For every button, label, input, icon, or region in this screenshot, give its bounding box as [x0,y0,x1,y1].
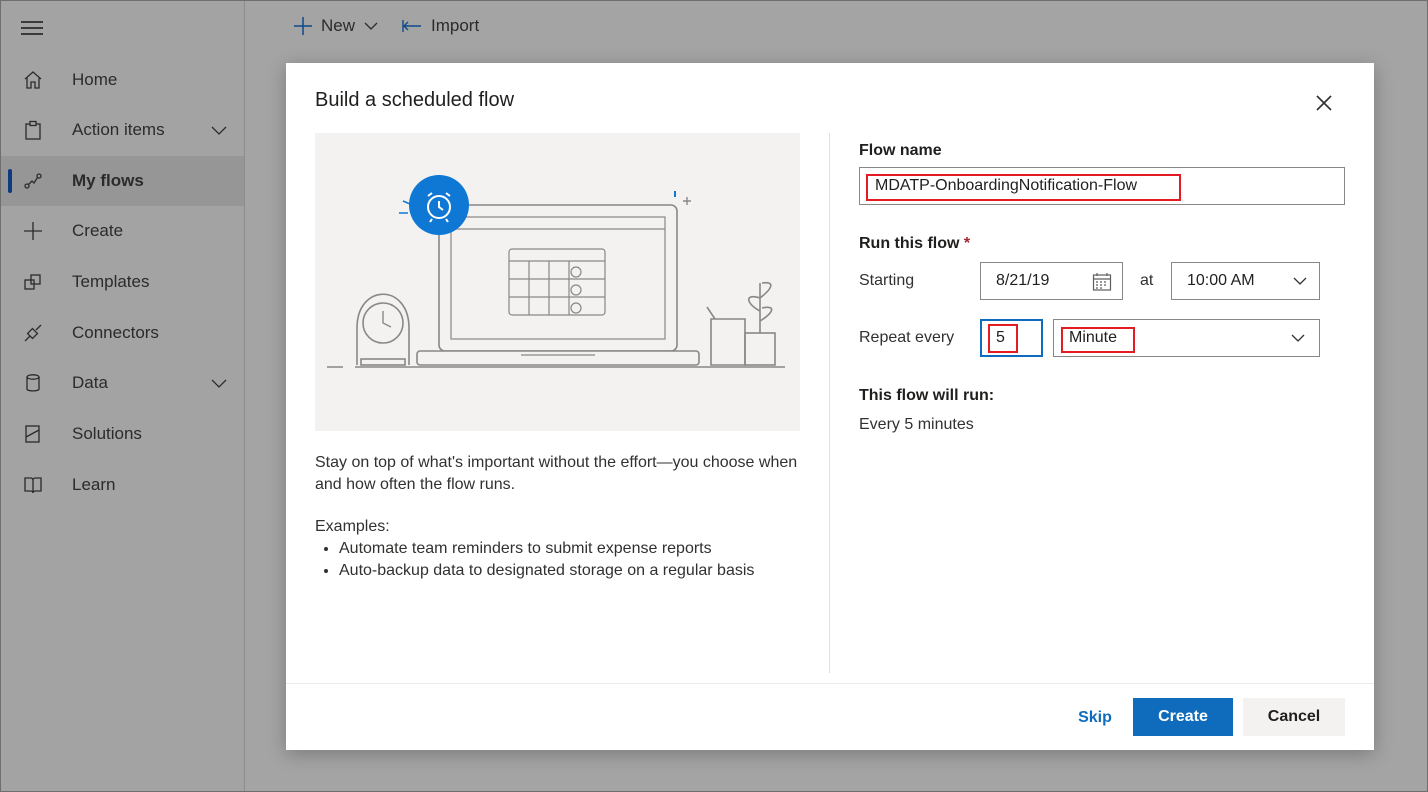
sidebar-item-label: Create [72,221,124,240]
sidebar-item-templates[interactable]: Templates [1,257,244,307]
new-label: New [321,16,356,35]
at-label: at [1140,272,1154,289]
examples-list: Automate team reminders to submit expens… [315,538,815,582]
create-button[interactable]: Create [1133,698,1233,736]
build-scheduled-flow-dialog: Build a scheduled flow Stay on top of wh… [286,63,1374,750]
sidebar-item-label: Solutions [72,424,142,443]
database-icon [23,373,43,393]
command-bar: New Import [245,1,1427,53]
import-button[interactable]: Import [402,16,479,36]
connector-icon [23,323,43,343]
start-date-value: 8/21/19 [996,272,1050,289]
summary-label: This flow will run: [859,387,995,404]
new-button[interactable]: New [293,16,378,36]
dialog-title: Build a scheduled flow [315,89,515,111]
solutions-icon [23,424,43,444]
templates-icon [23,272,43,292]
plus-icon [23,221,43,241]
plus-icon [293,16,313,36]
example-item: Auto-backup data to designated storage o… [339,560,815,582]
chevron-down-icon [364,22,378,31]
sidebar-item-my-flows[interactable]: My flows [1,156,244,206]
sidebar-item-label: Templates [72,272,150,291]
sidebar-item-home[interactable]: Home [1,55,244,105]
examples-section: Examples: Automate team reminders to sub… [315,516,815,582]
cancel-button[interactable]: Cancel [1243,698,1345,736]
scheduled-flow-illustration [315,133,800,431]
skip-button[interactable]: Skip [1064,699,1126,737]
flow-icon [23,171,43,191]
book-icon [23,475,43,495]
sidebar-item-label: Learn [72,475,116,494]
app-frame: Home Action items My flows Create Templa… [0,0,1428,792]
required-asterisk: * [963,235,971,252]
chevron-down-icon [1291,334,1305,343]
sidebar-item-label: Data [72,373,108,392]
flow-name-highlight [866,174,1181,201]
sidebar-item-label: My flows [72,171,144,190]
column-divider [829,133,830,673]
dialog-description: Stay on top of what's important without … [315,454,798,493]
footer-divider [286,683,1374,684]
repeat-every-label: Repeat every [859,329,955,346]
chevron-down-icon[interactable] [211,376,227,394]
start-time-dropdown[interactable]: 10:00 AM [1171,262,1320,300]
chevron-down-icon[interactable] [211,123,227,141]
hamburger-menu-icon[interactable] [21,21,43,37]
example-item: Automate team reminders to submit expens… [339,538,815,560]
import-label: Import [431,16,480,35]
repeat-unit-highlight [1061,327,1135,353]
sidebar-item-action-items[interactable]: Action items [1,105,244,155]
start-time-value: 10:00 AM [1187,272,1255,289]
repeat-interval-highlight [988,324,1018,353]
examples-heading: Examples: [315,518,390,535]
sidebar-item-data[interactable]: Data [1,358,244,408]
sidebar-item-create[interactable]: Create [1,206,244,256]
sidebar-item-connectors[interactable]: Connectors [1,308,244,358]
run-label-text: Run this flow [859,235,960,252]
sidebar-item-label: Action items [72,120,165,139]
sidebar-item-learn[interactable]: Learn [1,460,244,510]
active-indicator [8,169,12,193]
flow-name-label: Flow name [859,142,942,159]
chevron-down-icon [1293,277,1307,286]
run-this-flow-label: Run this flow * [859,235,970,253]
calendar-icon[interactable] [1092,272,1112,292]
close-icon[interactable] [1312,91,1336,115]
sidebar-item-label: Connectors [72,323,159,342]
starting-label: Starting [859,272,915,289]
home-icon [23,70,43,90]
clipboard-icon [23,120,43,140]
start-date-picker[interactable]: 8/21/19 [980,262,1123,300]
import-arrow-icon [402,19,422,33]
summary-value: Every 5 minutes [859,416,974,433]
sidebar-item-solutions[interactable]: Solutions [1,409,244,459]
sidebar-item-label: Home [72,70,118,89]
sidebar: Home Action items My flows Create Templa… [1,1,245,791]
